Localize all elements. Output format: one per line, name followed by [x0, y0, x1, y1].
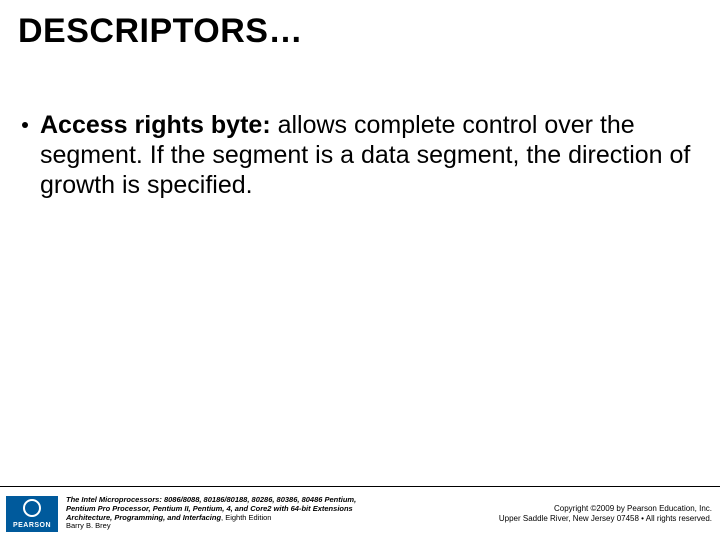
copyright-block: Copyright ©2009 by Pearson Education, In…	[499, 504, 712, 523]
bullet-item: Access rights byte: allows complete cont…	[22, 110, 698, 200]
bullet-lead: Access rights byte:	[40, 111, 271, 139]
logo-circle-icon	[23, 499, 41, 517]
slide: DESCRIPTORS… Access rights byte: allows …	[0, 0, 720, 540]
publisher-logo: PEARSON	[6, 496, 58, 532]
book-author: Barry B. Brey	[66, 521, 111, 530]
copyright-line2: Upper Saddle River, New Jersey 07458 • A…	[499, 514, 712, 524]
slide-title: DESCRIPTORS…	[18, 12, 303, 51]
bullet-text: Access rights byte: allows complete cont…	[40, 110, 698, 200]
logo-text: PEARSON	[13, 522, 51, 529]
book-line3-plain: , Eighth Edition	[221, 513, 271, 522]
slide-body: Access rights byte: allows complete cont…	[22, 110, 698, 200]
copyright-line1: Copyright ©2009 by Pearson Education, In…	[499, 504, 712, 514]
book-info: The Intel Microprocessors: 8086/8088, 80…	[66, 496, 499, 531]
slide-footer: PEARSON The Intel Microprocessors: 8086/…	[0, 486, 720, 540]
bullet-dot-icon	[22, 122, 28, 128]
